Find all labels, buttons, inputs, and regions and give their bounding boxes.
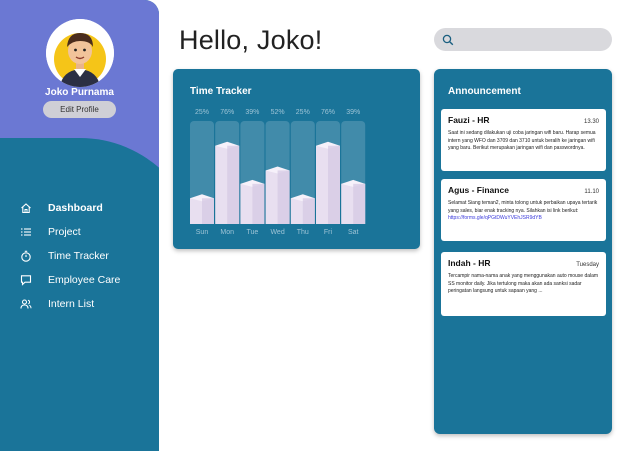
announcement-card[interactable]: Agus - Finance 11.10 Selamat Siang teman… bbox=[441, 179, 606, 241]
search-input[interactable] bbox=[460, 30, 600, 49]
announcement-title: Announcement bbox=[448, 86, 521, 97]
tick-label: Wed bbox=[270, 229, 284, 236]
tick-label: Mon bbox=[220, 229, 234, 236]
bar-value-label: 39% bbox=[346, 109, 360, 116]
announcement-time: 11.10 bbox=[584, 189, 599, 195]
avatar-illustration bbox=[46, 19, 114, 87]
sidebar-item-label: Employee Care bbox=[48, 274, 121, 286]
bar-value-label: 76% bbox=[220, 109, 234, 116]
sidebar-item-dashboard[interactable]: Dashboard bbox=[0, 196, 159, 220]
announcement-time: 13.30 bbox=[583, 119, 599, 125]
announcement-body: Saat ini sedang dilakukan uji coba jarin… bbox=[448, 130, 596, 151]
bar-side bbox=[202, 198, 214, 224]
search-icon bbox=[442, 34, 454, 45]
time-tracker-card: Time Tracker 25% Sun 76% Mon 39% Tue 52% Wed 25%… bbox=[173, 69, 420, 249]
tick-label: Tue bbox=[246, 229, 258, 236]
bar-value-label: 52% bbox=[271, 109, 285, 116]
list-icon bbox=[19, 225, 33, 239]
sidebar-item-label: Dashboard bbox=[48, 202, 103, 214]
sidebar: Joko Purnama Edit Profile Dashboard Proj… bbox=[0, 0, 159, 451]
sidebar-item-employee-care[interactable]: Employee Care bbox=[0, 268, 159, 292]
announcement-card[interactable]: Fauzi - HR 13.30 Saat ini sedang dilakuk… bbox=[441, 109, 606, 171]
bar-side bbox=[302, 198, 315, 224]
announcement-sender: Agus - Finance bbox=[448, 185, 509, 195]
sidebar-item-label: Time Tracker bbox=[48, 250, 109, 262]
bar-value-label: 25% bbox=[296, 109, 310, 116]
time-tracker-chart: 25% Sun 76% Mon 39% Tue 52% Wed 25% Thu 76% Fri 39% S… bbox=[190, 109, 366, 236]
announcement-sender: Indah - HR bbox=[448, 258, 491, 268]
tick-label: Fri bbox=[324, 229, 333, 236]
sidebar-item-label: Project bbox=[48, 226, 81, 238]
stopwatch-icon bbox=[19, 249, 33, 263]
chat-icon bbox=[19, 273, 33, 287]
profile-name: Joko Purnama bbox=[45, 87, 114, 98]
dashboard-page: Joko Purnama Edit Profile Dashboard Proj… bbox=[0, 0, 634, 451]
page-title: Hello, Joko! bbox=[179, 25, 323, 55]
bar-side bbox=[353, 183, 366, 224]
avatar[interactable] bbox=[46, 19, 114, 87]
tick-label: Sun bbox=[196, 229, 209, 236]
announcement-body: Selamat Siang teman2, minta tolong untuk… bbox=[448, 200, 598, 214]
bar-value-label: 39% bbox=[245, 109, 259, 116]
home-icon bbox=[19, 201, 33, 215]
sidebar-item-label: Intern List bbox=[48, 298, 95, 310]
sidebar-item-intern-list[interactable]: Intern List bbox=[0, 292, 159, 316]
edit-profile-button[interactable]: Edit Profile bbox=[43, 101, 116, 118]
sidebar-item-project[interactable]: Project bbox=[0, 220, 159, 244]
bar-side bbox=[252, 183, 265, 224]
announcement-time: Tuesday bbox=[576, 262, 599, 268]
tick-label: Sat bbox=[348, 229, 359, 236]
announcement-sender: Fauzi - HR bbox=[448, 115, 490, 125]
tick-label: Thu bbox=[297, 229, 309, 236]
announcement-card[interactable]: Indah - HR Tuesday Tercampir nama-nama a… bbox=[441, 252, 606, 316]
users-icon bbox=[19, 297, 33, 311]
announcement-panel: Announcement Fauzi - HR 13.30 Saat ini s… bbox=[434, 69, 612, 434]
bar-side bbox=[227, 145, 240, 224]
announcement-link[interactable]: https://forms.gle/qPGtDWuYVEhJSR9dYB bbox=[448, 215, 599, 223]
bar-side bbox=[277, 170, 290, 224]
search-bar[interactable] bbox=[434, 28, 612, 51]
bar-side bbox=[328, 145, 340, 224]
bar-value-label: 25% bbox=[195, 109, 209, 116]
bar-value-label: 76% bbox=[321, 109, 335, 116]
sidebar-nav: Dashboard Project Time Tracker Employee … bbox=[0, 196, 159, 316]
announcement-body: Tercampir nama-nama anak yang menggunaka… bbox=[448, 273, 599, 294]
sidebar-item-time-tracker[interactable]: Time Tracker bbox=[0, 244, 159, 268]
